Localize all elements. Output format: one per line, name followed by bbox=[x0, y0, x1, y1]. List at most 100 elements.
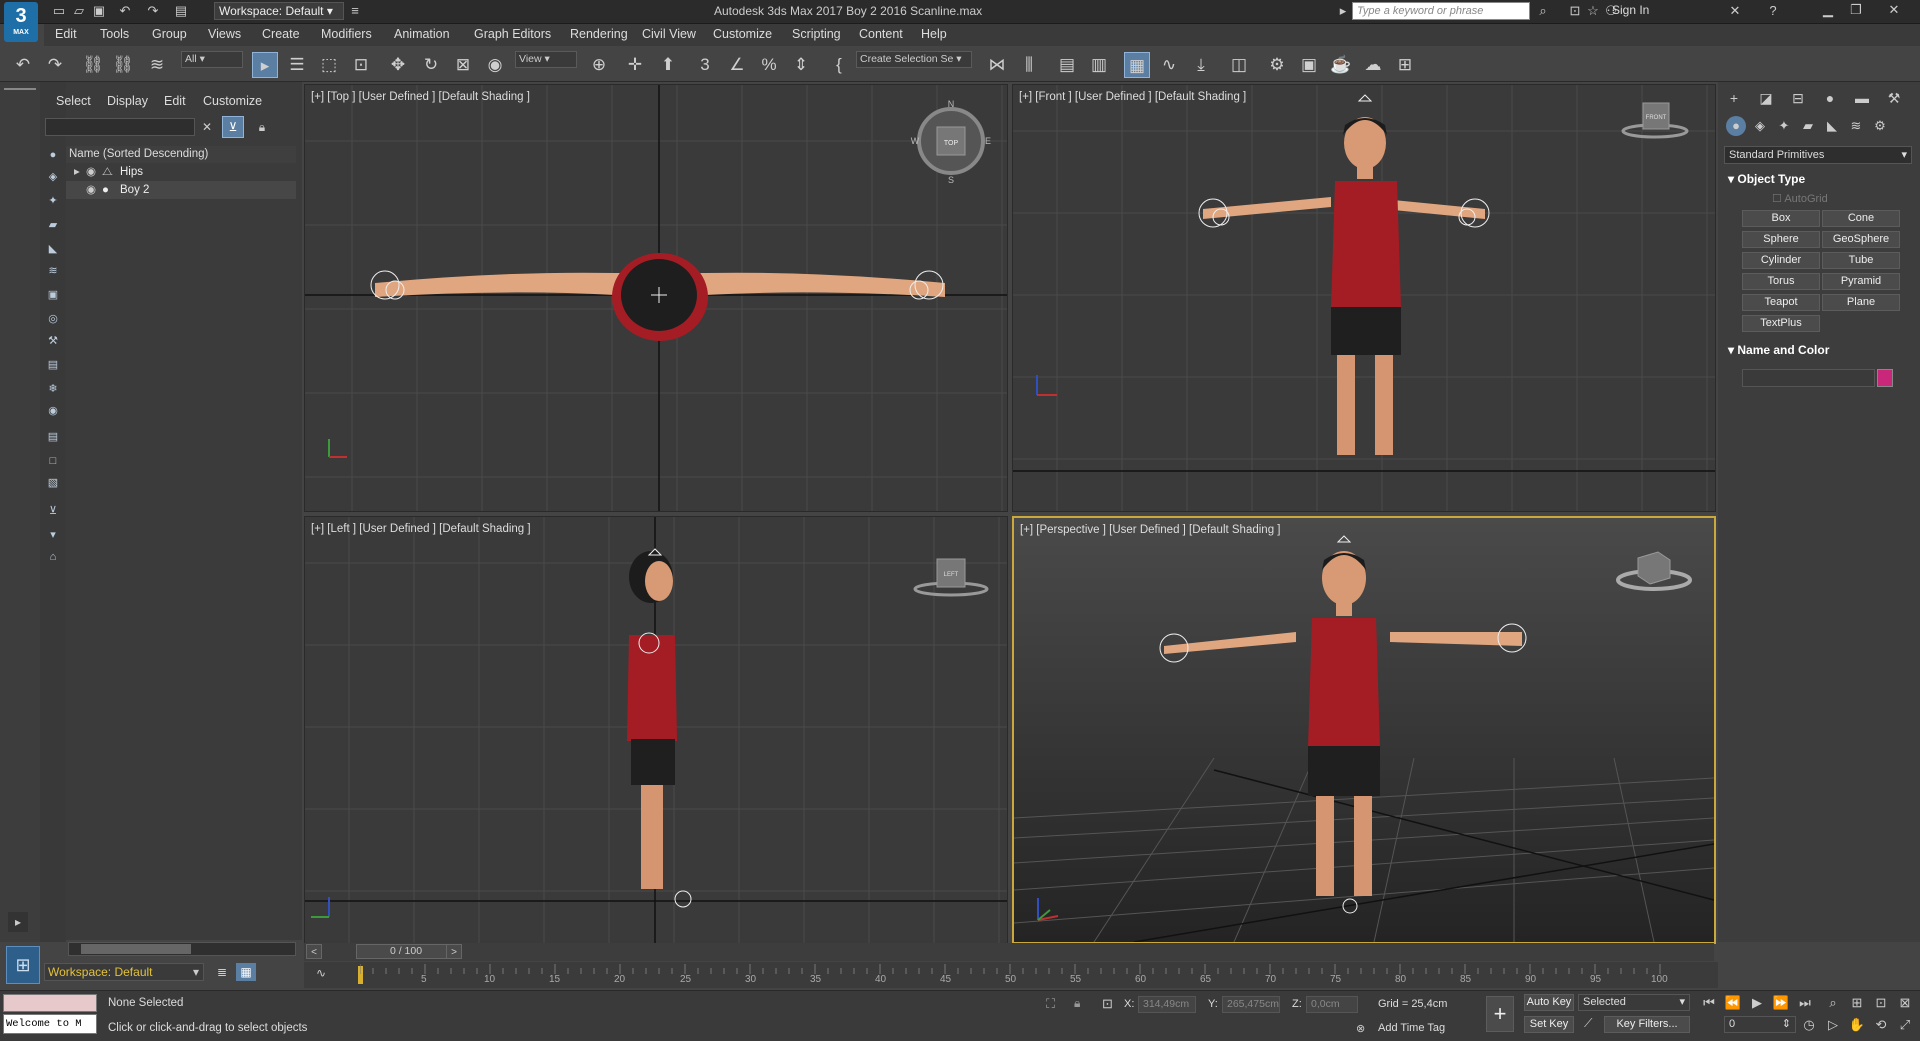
lock-icon[interactable]: 🔒︎ bbox=[254, 118, 270, 136]
exchange-x-icon[interactable]: ✕ bbox=[1726, 3, 1744, 19]
orbit-icon[interactable]: ⟲ bbox=[1872, 1016, 1890, 1034]
render-in-cloud-icon[interactable]: ☁ bbox=[1360, 52, 1386, 78]
sort-layers-icon[interactable]: ≣ bbox=[212, 963, 232, 981]
auto-key-button[interactable]: Auto Key bbox=[1524, 994, 1574, 1011]
x-coordinate-field[interactable]: 314,49cm bbox=[1138, 996, 1196, 1013]
maxscript-listener-input[interactable] bbox=[3, 994, 97, 1012]
funnel-icon[interactable]: ▾ bbox=[44, 526, 62, 544]
torus-button[interactable]: Torus bbox=[1742, 273, 1820, 290]
subscription-icon[interactable]: ⊡ bbox=[1566, 3, 1584, 19]
explorer-row-boy2[interactable]: ◉ ● Boy 2 bbox=[66, 181, 296, 199]
binoculars-icon[interactable]: ⌕ bbox=[1534, 3, 1552, 19]
explorer-search-input[interactable] bbox=[45, 118, 195, 136]
viewport-label-left[interactable]: [+] [Left ] [User Defined ] [Default Sha… bbox=[311, 523, 531, 535]
tube-button[interactable]: Tube bbox=[1822, 252, 1900, 269]
explorer-tab-edit[interactable]: Edit bbox=[164, 94, 186, 108]
redo-icon[interactable]: ↷ bbox=[42, 52, 68, 78]
save-file-icon[interactable]: ▣ bbox=[90, 3, 108, 19]
display-panel-icon[interactable]: ▬ bbox=[1852, 88, 1872, 108]
explorer-tab-display[interactable]: Display bbox=[107, 94, 148, 108]
explorer-tab-select[interactable]: Select bbox=[56, 94, 91, 108]
display-xrefs-icon[interactable]: ◎ bbox=[44, 310, 62, 328]
material-editor-icon[interactable]: ◫ bbox=[1226, 52, 1252, 78]
display-bones-icon[interactable]: ⚒ bbox=[44, 332, 62, 350]
menu-rendering[interactable]: Rendering bbox=[570, 27, 628, 41]
explorer-row-hips[interactable]: ▸ ◉ ⧍ Hips bbox=[66, 163, 296, 181]
go-to-end-icon[interactable]: ⏭ bbox=[1796, 994, 1814, 1012]
utilities-panel-icon[interactable]: ⚒ bbox=[1884, 88, 1904, 108]
viewcube-top[interactable]: TOP N S E W bbox=[911, 99, 991, 185]
geometry-category-icon[interactable]: ● bbox=[1726, 116, 1746, 136]
rectangular-selection-icon[interactable]: ⬚ bbox=[316, 52, 342, 78]
display-groups-icon[interactable]: ▣ bbox=[44, 286, 62, 304]
hierarchy-panel-icon[interactable]: ⊟ bbox=[1788, 88, 1808, 108]
cone-button[interactable]: Cone bbox=[1822, 210, 1900, 227]
time-prev-arrow-icon[interactable]: < bbox=[306, 944, 322, 959]
customize-quick-access-icon[interactable]: ≡ bbox=[346, 3, 364, 19]
modify-panel-icon[interactable]: ◪ bbox=[1756, 88, 1776, 108]
menu-content[interactable]: Content bbox=[859, 27, 903, 41]
scrollbar-thumb[interactable] bbox=[81, 944, 191, 954]
field-of-view-icon[interactable]: ▷ bbox=[1824, 1016, 1842, 1034]
sign-in-button[interactable]: Sign In bbox=[1612, 3, 1649, 17]
expand-layouts-icon[interactable]: ▸ bbox=[8, 912, 28, 932]
explorer-mode-icon[interactable]: ▦ bbox=[236, 963, 256, 981]
key-filters-button[interactable]: Key Filters... bbox=[1604, 1016, 1690, 1033]
viewport-top[interactable]: TOP N S E W [+] [Top ] [User Defined ] [… bbox=[304, 84, 1008, 512]
default-tangent-icon[interactable]: ⟋ bbox=[1584, 1016, 1592, 1031]
menu-edit[interactable]: Edit bbox=[55, 27, 77, 41]
create-panel-plus-icon[interactable]: + bbox=[1724, 88, 1744, 108]
display-containers-icon[interactable]: ▤ bbox=[44, 356, 62, 374]
zoom-icon[interactable]: ⌕ bbox=[1824, 994, 1842, 1012]
textplus-button[interactable]: TextPlus bbox=[1742, 315, 1820, 332]
object-color-swatch[interactable] bbox=[1877, 369, 1893, 387]
search-input[interactable]: Type a keyword or phrase bbox=[1352, 2, 1530, 20]
percent-snap-icon[interactable]: % bbox=[756, 52, 782, 78]
rendered-frame-window-icon[interactable]: ▣ bbox=[1296, 52, 1322, 78]
schematic-view-icon[interactable]: ⤓ bbox=[1188, 52, 1214, 78]
shapes-category-icon[interactable]: ◈ bbox=[1750, 116, 1770, 136]
viewport-label-perspective[interactable]: [+] [Perspective ] [User Defined ] [Defa… bbox=[1020, 524, 1280, 536]
layer-explorer-icon[interactable]: ▤ bbox=[1054, 52, 1080, 78]
time-slider[interactable]: 0 / 100 bbox=[356, 944, 456, 959]
geosphere-button[interactable]: GeoSphere bbox=[1822, 231, 1900, 248]
menu-scripting[interactable]: Scripting bbox=[792, 27, 841, 41]
display-cameras-icon[interactable]: ▰ bbox=[44, 216, 62, 234]
viewcube-left[interactable]: LEFT bbox=[913, 558, 989, 597]
viewcube-front[interactable]: FRONT bbox=[1621, 102, 1689, 139]
visibility-eye-icon[interactable]: ◉ bbox=[86, 181, 96, 199]
key-mode-dropdown[interactable]: Selected ▾ bbox=[1578, 994, 1690, 1011]
viewport-label-front[interactable]: [+] [Front ] [User Defined ] [Default Sh… bbox=[1019, 91, 1246, 103]
viewcube-perspective[interactable] bbox=[1616, 551, 1692, 591]
select-manipulate-icon[interactable]: ✛ bbox=[622, 52, 648, 78]
pivot-center-icon[interactable]: ⊕ bbox=[586, 52, 612, 78]
display-geometry-icon[interactable]: ● bbox=[44, 146, 62, 164]
space-warps-category-icon[interactable]: ≋ bbox=[1846, 116, 1866, 136]
minimize-icon[interactable]: ▁ bbox=[1814, 0, 1842, 20]
systems-category-icon[interactable]: ⚙ bbox=[1870, 116, 1890, 136]
mirror-icon[interactable]: ⋈ bbox=[984, 52, 1010, 78]
menu-animation[interactable]: Animation bbox=[394, 27, 450, 41]
visibility-eye-icon[interactable]: ◉ bbox=[86, 163, 96, 181]
render-production-icon[interactable]: ☕ bbox=[1328, 52, 1354, 78]
time-next-arrow-icon[interactable]: > bbox=[446, 944, 462, 959]
display-helpers-icon[interactable]: ◣ bbox=[44, 240, 62, 258]
maximize-icon[interactable]: ❐ bbox=[1842, 0, 1870, 20]
display-hidden-icon[interactable]: ◉ bbox=[44, 402, 62, 420]
display-frozen-icon[interactable]: ❄ bbox=[44, 380, 62, 398]
zoom-extents-all-icon[interactable]: ⊠ bbox=[1896, 994, 1914, 1012]
unlink-icon[interactable]: ⛓ bbox=[110, 52, 136, 78]
keyboard-shortcut-override-icon[interactable]: ⬆ bbox=[655, 52, 681, 78]
move-icon[interactable]: ✥ bbox=[385, 52, 411, 78]
cylinder-button[interactable]: Cylinder bbox=[1742, 252, 1820, 269]
next-frame-icon[interactable]: ⏩ bbox=[1772, 994, 1790, 1012]
scale-icon[interactable]: ⊠ bbox=[450, 52, 476, 78]
display-shapes-icon[interactable]: ◈ bbox=[44, 168, 62, 186]
viewport-front[interactable]: FRONT [+] [Front ] [User Defined ] [Defa… bbox=[1012, 84, 1716, 512]
menu-views[interactable]: Views bbox=[208, 27, 241, 41]
set-key-button[interactable]: Set Key bbox=[1524, 1016, 1574, 1033]
favorites-star-icon[interactable]: ☆ bbox=[1584, 3, 1602, 19]
add-time-tag-button[interactable]: Add Time Tag bbox=[1378, 1022, 1445, 1034]
pan-icon[interactable]: ✋ bbox=[1848, 1016, 1866, 1034]
menu-create[interactable]: Create bbox=[262, 27, 300, 41]
